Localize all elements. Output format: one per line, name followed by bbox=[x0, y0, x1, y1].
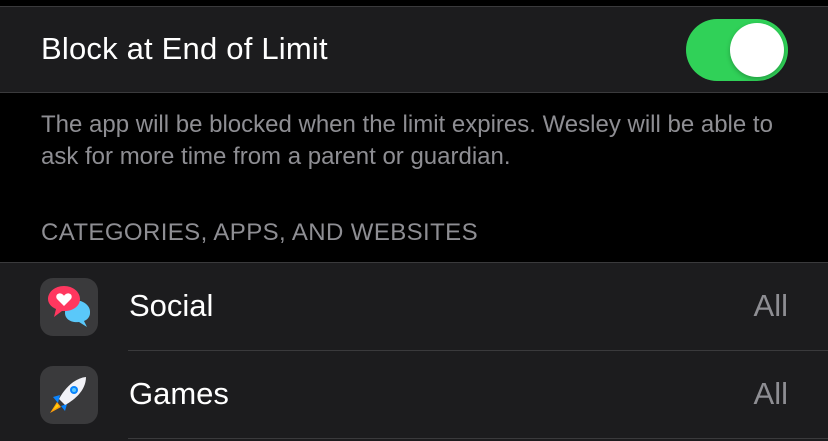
screen-time-limit-screen: Block at End of Limit The app will be bl… bbox=[0, 0, 828, 441]
social-label: Social bbox=[129, 288, 214, 323]
categories-section-header: CATEGORIES, APPS, AND WEBSITES bbox=[41, 219, 478, 246]
block-at-end-of-limit-row: Block at End of Limit bbox=[0, 7, 828, 93]
social-bubbles-icon bbox=[40, 278, 98, 336]
block-at-end-of-limit-toggle[interactable] bbox=[686, 19, 788, 81]
top-separator bbox=[0, 0, 828, 7]
social-value: All bbox=[753, 288, 788, 323]
categories-list: Social All Games All bbox=[0, 262, 828, 441]
toggle-knob[interactable] bbox=[730, 23, 784, 77]
list-item-games[interactable]: Games All bbox=[0, 351, 828, 439]
block-at-end-of-limit-label: Block at End of Limit bbox=[41, 31, 328, 66]
list-item-social[interactable]: Social All bbox=[0, 263, 828, 351]
rocket-icon bbox=[40, 366, 98, 424]
games-label: Games bbox=[129, 376, 229, 411]
row-separator bbox=[128, 438, 828, 439]
games-value: All bbox=[753, 376, 788, 411]
block-setting-footer: The app will be blocked when the limit e… bbox=[41, 111, 773, 170]
